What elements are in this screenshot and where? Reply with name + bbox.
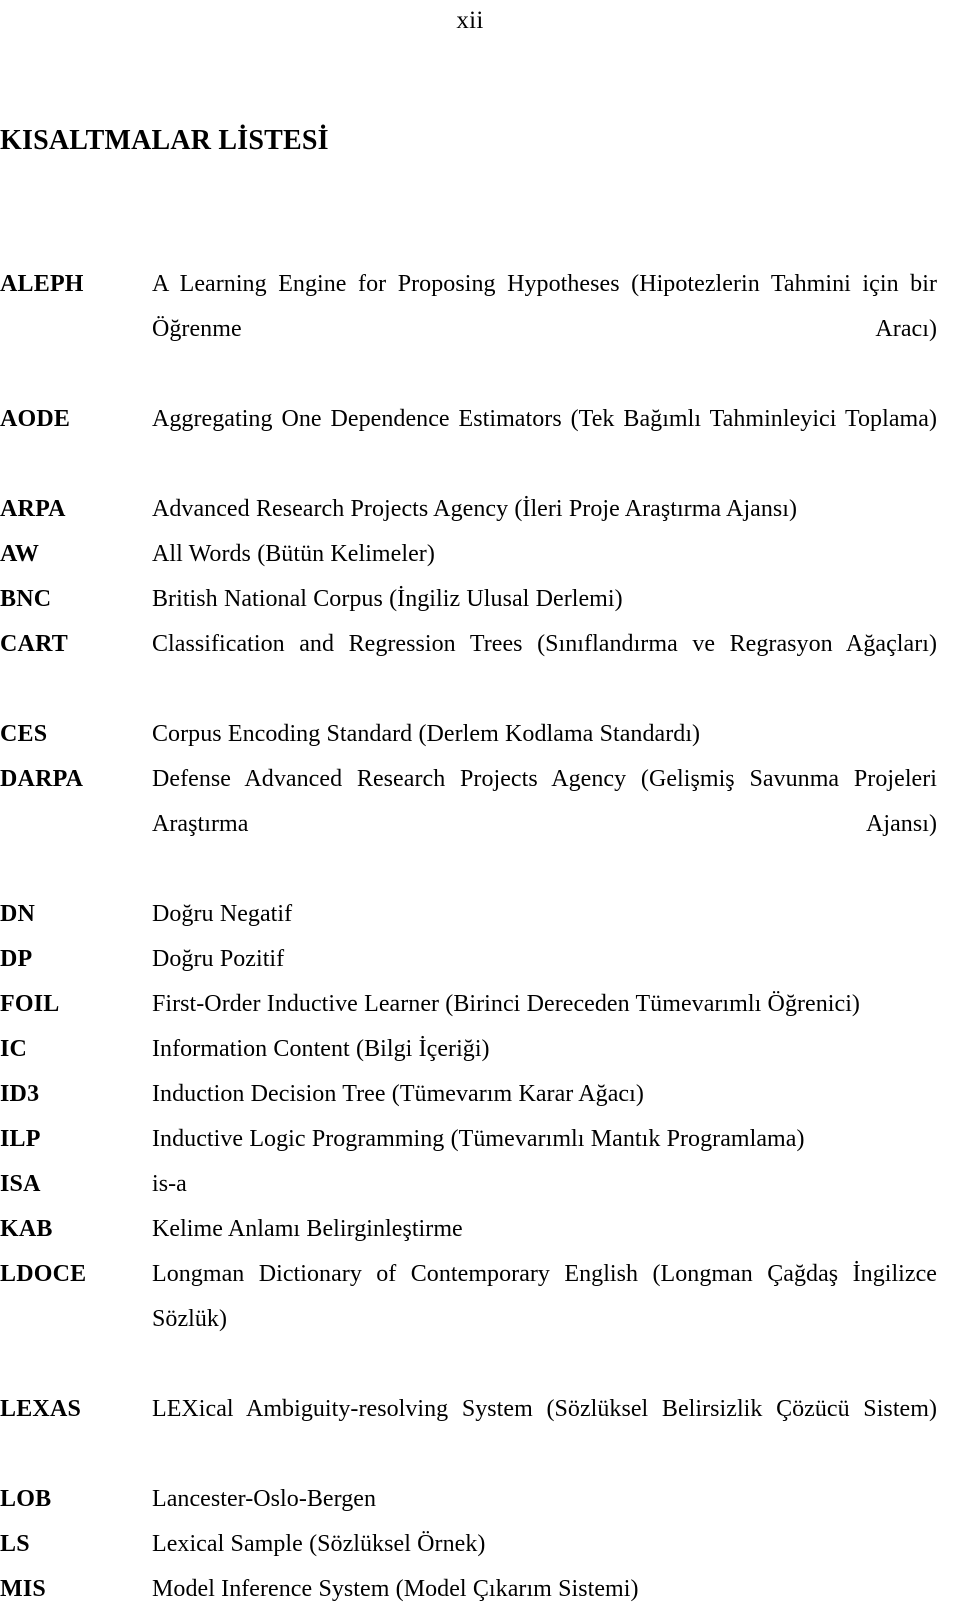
- abbreviation-row: ILP Inductive Logic Programming (Tümevarı…: [0, 1117, 937, 1162]
- abbreviation-term: DN: [0, 901, 36, 927]
- abbreviation-definition: LEXical Ambiguity-resolving System (Sözl…: [152, 1396, 937, 1422]
- abbreviation-definition: Induction Decision Tree (Tümevarım Karar…: [152, 1081, 644, 1107]
- abbreviation-term: ARPA: [0, 496, 66, 522]
- abbreviation-row: ARPA Advanced Research Projects Agency (İ…: [0, 487, 937, 532]
- abbreviation-definition: Doğru Pozitif: [152, 946, 285, 972]
- abbreviation-definition: Classification and Regression Trees (Sın…: [152, 631, 937, 657]
- abbreviation-row: DARPA Defense Advanced Research Projects …: [0, 757, 937, 892]
- abbreviation-definition: Corpus Encoding Standard (Derlem Kodlama…: [152, 721, 701, 747]
- abbreviation-term: DP: [0, 946, 33, 972]
- abbreviation-definition: British National Corpus (İngiliz Ulusal …: [152, 586, 623, 612]
- abbreviation-term: IC: [0, 1036, 28, 1062]
- abbreviation-term: BNC: [0, 586, 52, 612]
- abbreviation-definition: Information Content (Bilgi İçeriği): [152, 1036, 490, 1062]
- abbreviation-row: CART Classification and Regression Trees …: [0, 622, 937, 712]
- abbreviation-row: CES Corpus Encoding Standard (Derlem Kodl…: [0, 712, 937, 757]
- abbreviation-term: MIS: [0, 1576, 46, 1602]
- abbreviations-list: ALEPH A Learning Engine for Proposing Hyp…: [0, 262, 937, 1604]
- abbreviation-row: LOB Lancester-Oslo-Bergen: [0, 1477, 937, 1522]
- abbreviation-row: IC Information Content (Bilgi İçeriği): [0, 1027, 937, 1072]
- abbreviation-row: ALEPH A Learning Engine for Proposing Hyp…: [0, 262, 937, 397]
- abbreviation-definition: Longman Dictionary of Contemporary Engli…: [152, 1261, 937, 1332]
- abbreviation-row: BNC British National Corpus (İngiliz Ulus…: [0, 577, 937, 622]
- abbreviation-definition: Lexical Sample (Sözlüksel Örnek): [152, 1531, 486, 1557]
- abbreviation-term: CART: [0, 631, 68, 657]
- abbreviation-term: AODE: [0, 406, 71, 432]
- abbreviation-definition: Inductive Logic Programming (Tümevarımlı…: [152, 1126, 805, 1152]
- abbreviation-row: ID3 Induction Decision Tree (Tümevarım Ka…: [0, 1072, 937, 1117]
- abbreviation-definition: Lancester-Oslo-Bergen: [152, 1486, 377, 1512]
- abbreviation-row: KAB Kelime Anlamı Belirginleştirme: [0, 1207, 937, 1252]
- abbreviation-term: ID3: [0, 1081, 40, 1107]
- abbreviation-term: LS: [0, 1531, 30, 1557]
- abbreviation-term: AW: [0, 541, 40, 567]
- page-number: xii: [456, 7, 484, 34]
- abbreviation-definition: is-a: [152, 1171, 187, 1197]
- abbreviation-definition: Advanced Research Projects Agency (İleri…: [152, 496, 798, 522]
- abbreviation-term: FOIL: [0, 991, 60, 1017]
- abbreviation-row: LS Lexical Sample (Sözlüksel Örnek): [0, 1522, 937, 1567]
- abbreviation-definition: Kelime Anlamı Belirginleştirme: [152, 1216, 463, 1242]
- abbreviation-definition: First-Order Inductive Learner (Birinci D…: [152, 991, 860, 1017]
- abbreviation-row: DP Doğru Pozitif: [0, 937, 937, 982]
- abbreviation-row: LDOCE Longman Dictionary of Contemporary …: [0, 1252, 937, 1387]
- abbreviation-term: ALEPH: [0, 271, 84, 297]
- abbreviation-definition: All Words (Bütün Kelimeler): [152, 541, 435, 567]
- abbreviation-term: KAB: [0, 1216, 53, 1242]
- abbreviation-term: LDOCE: [0, 1261, 87, 1287]
- abbreviation-term: ILP: [0, 1126, 41, 1152]
- document-page: xii KISALTMALAR LİSTESİ ALEPH A Learning …: [0, 0, 960, 1604]
- abbreviation-row: LEXAS LEXical Ambiguity-resolving System …: [0, 1387, 937, 1477]
- abbreviation-definition: Model Inference System (Model Çıkarım Si…: [152, 1576, 639, 1602]
- abbreviation-term: DARPA: [0, 766, 84, 792]
- abbreviation-row: AW All Words (Bütün Kelimeler): [0, 532, 937, 577]
- abbreviation-definition: Doğru Negatif: [152, 901, 293, 927]
- abbreviation-row: DN Doğru Negatif: [0, 892, 937, 937]
- abbreviation-definition: Aggregating One Dependence Estimators (T…: [152, 406, 937, 432]
- abbreviation-definition: A Learning Engine for Proposing Hypothes…: [152, 271, 937, 342]
- abbreviation-row: ISA is-a: [0, 1162, 937, 1207]
- abbreviation-term: LOB: [0, 1486, 52, 1512]
- abbreviation-term: ISA: [0, 1171, 41, 1197]
- page-title: KISALTMALAR LİSTESİ: [0, 124, 329, 156]
- abbreviation-term: LEXAS: [0, 1396, 82, 1422]
- abbreviation-row: AODE Aggregating One Dependence Estimator…: [0, 397, 937, 487]
- abbreviation-term: CES: [0, 721, 48, 747]
- abbreviation-row: MIS Model Inference System (Model Çıkarım…: [0, 1567, 937, 1604]
- abbreviation-definition: Defense Advanced Research Projects Agenc…: [152, 766, 937, 837]
- abbreviation-row: FOIL First-Order Inductive Learner (Birin…: [0, 982, 937, 1027]
